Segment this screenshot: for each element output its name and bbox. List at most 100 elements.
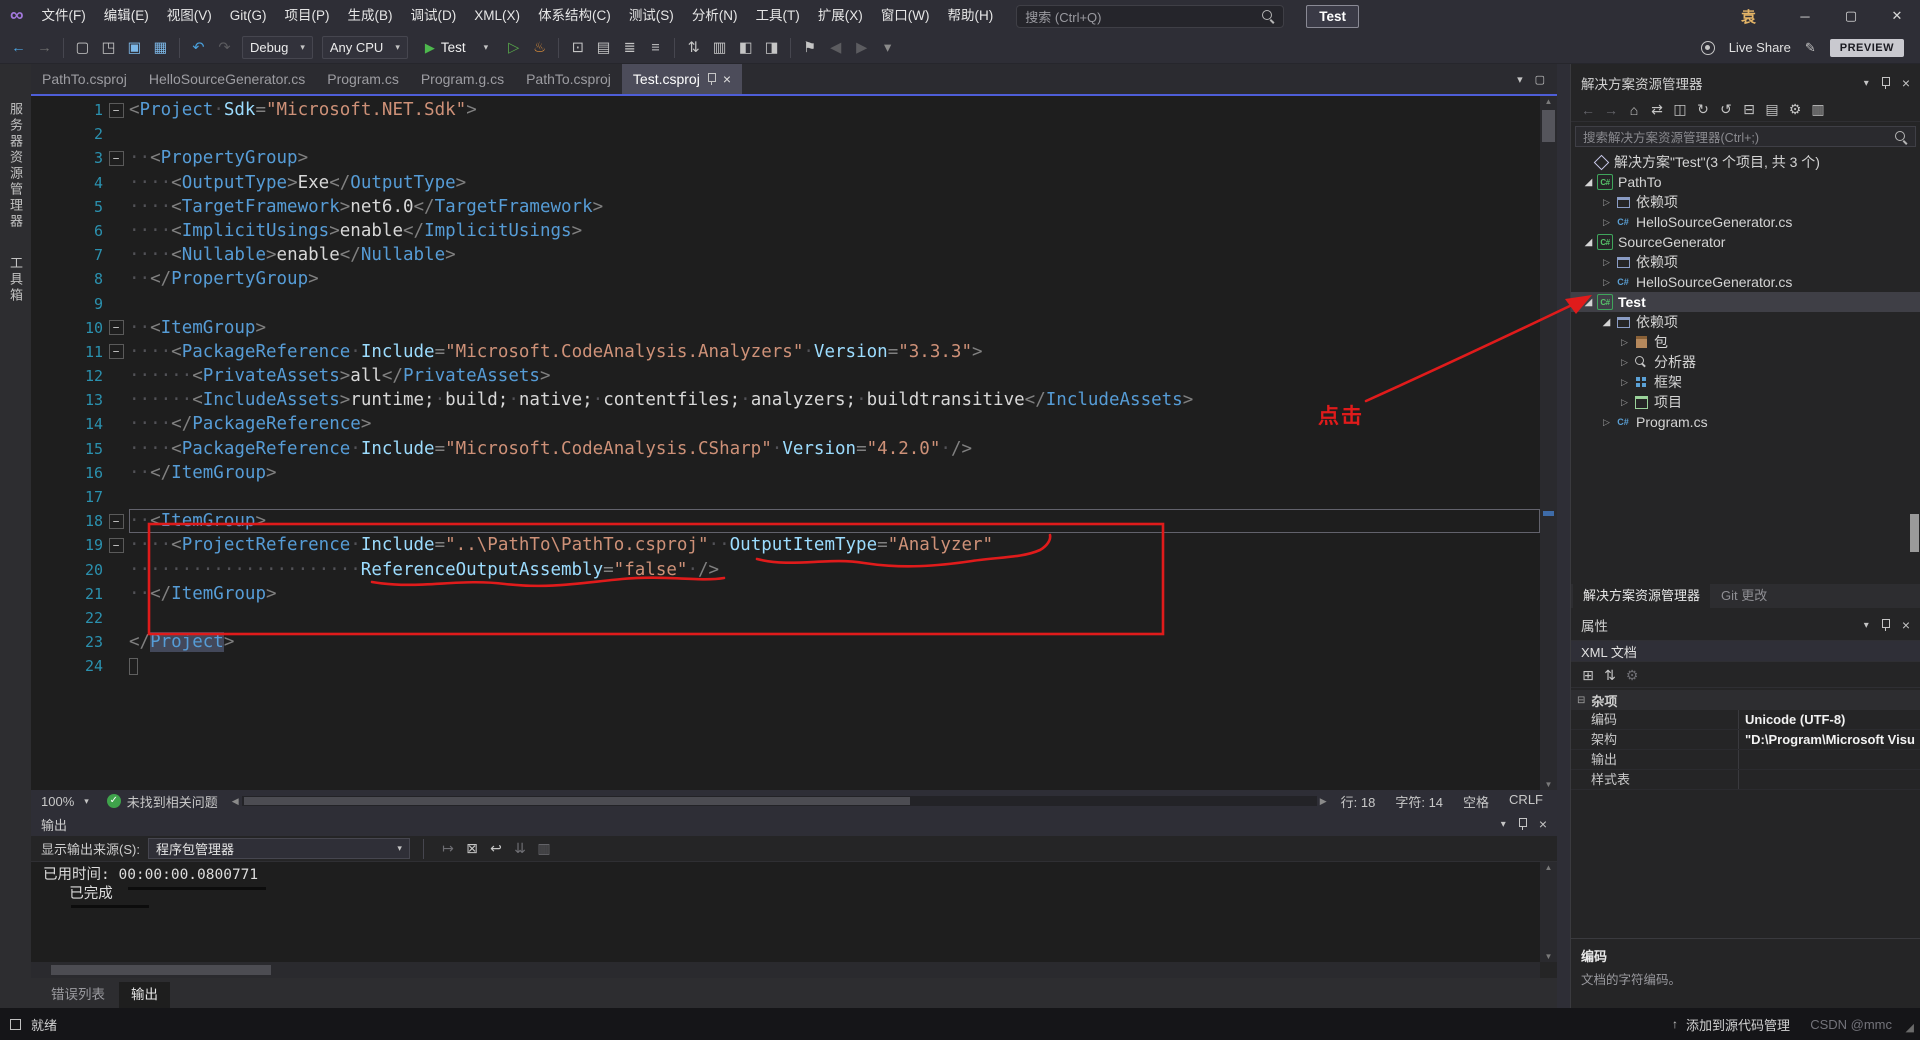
editor-horizontal-scrollbar[interactable]: ◀ ▶: [228, 790, 1331, 812]
hscroll-thumb[interactable]: [243, 797, 911, 805]
tree-item-项目[interactable]: ▷ 项目: [1571, 392, 1920, 412]
menu-item-1[interactable]: 文件(F): [33, 0, 95, 32]
menu-item-15[interactable]: 帮助(H): [939, 0, 1003, 32]
menu-item-10[interactable]: 测试(S): [620, 0, 683, 32]
tree-item-依赖项[interactable]: ▷ 依赖项: [1571, 252, 1920, 272]
next-bookmark-icon[interactable]: ▶: [849, 35, 874, 60]
menu-item-7[interactable]: 调试(D): [402, 0, 466, 32]
expander-open-icon[interactable]: ◢: [1581, 237, 1596, 248]
start-without-debugging-icon[interactable]: ▷: [501, 35, 526, 60]
out-wrap-icon[interactable]: ↩: [485, 838, 507, 860]
toolbar-overflow-icon[interactable]: ▾: [875, 35, 900, 60]
panel-tab-解决方案资源管理器[interactable]: 解决方案资源管理器: [1573, 584, 1711, 608]
output-horizontal-scrollbar[interactable]: [31, 962, 1540, 978]
tree-item-依赖项[interactable]: ▷ 依赖项: [1571, 192, 1920, 212]
close-icon[interactable]: ×: [1539, 816, 1547, 832]
props-pages-icon[interactable]: ⚙: [1621, 665, 1643, 687]
close-icon[interactable]: ×: [1902, 75, 1910, 91]
se-sync-icon[interactable]: ↻: [1692, 99, 1714, 121]
uncomment-icon[interactable]: ◨: [759, 35, 784, 60]
menu-item-4[interactable]: Git(G): [221, 0, 276, 32]
expander-closed-icon[interactable]: ▷: [1617, 337, 1632, 348]
nav-back-icon[interactable]: ←: [6, 35, 31, 60]
menu-item-3[interactable]: 视图(V): [158, 0, 221, 32]
live-share-label[interactable]: Live Share: [1729, 40, 1791, 55]
editor-tab-PathTo.csproj[interactable]: PathTo.csproj: [515, 64, 622, 94]
bookmark-icon[interactable]: ⚑: [797, 35, 822, 60]
start-debugging-button[interactable]: ▶ Test ▾: [416, 35, 497, 60]
menu-item-11[interactable]: 分析(N): [683, 0, 747, 32]
out-clear-icon[interactable]: ⊠: [461, 838, 483, 860]
panel-splitter[interactable]: [1557, 64, 1570, 1008]
se-properties-icon[interactable]: ⚙: [1784, 99, 1806, 121]
scrollbar-thumb[interactable]: [1542, 110, 1555, 142]
editor-vertical-scrollbar[interactable]: ▲ ▼: [1540, 96, 1557, 790]
expander-closed-icon[interactable]: ▷: [1599, 417, 1614, 428]
menu-item-6[interactable]: 生成(B): [339, 0, 402, 32]
property-category-row[interactable]: ⊟ 杂项: [1571, 690, 1920, 710]
bottom-tab-错误列表[interactable]: 错误列表: [39, 982, 117, 1008]
account-avatar[interactable]: 袁: [1741, 6, 1756, 27]
property-row-输出[interactable]: 输出: [1571, 750, 1920, 770]
se-show-all-files-icon[interactable]: ▤: [1761, 99, 1783, 121]
code-editor[interactable]: 1− <Project·Sdk="Microsoft.NET.Sdk"> 2 3− ··…: [31, 96, 1557, 790]
editor-tab-Program.cs[interactable]: Program.cs: [316, 64, 410, 94]
add-to-source-control-button[interactable]: 添加到源代码管理: [1686, 1015, 1790, 1034]
expander-closed-icon[interactable]: ▷: [1617, 357, 1632, 368]
menu-item-2[interactable]: 编辑(E): [95, 0, 158, 32]
document-health[interactable]: 未找到相关问题: [97, 792, 228, 811]
new-file-icon[interactable]: ▢: [70, 35, 95, 60]
preview-badge[interactable]: PREVIEW: [1829, 38, 1904, 57]
fold-marker[interactable]: −: [108, 150, 124, 166]
scroll-up-icon[interactable]: ▲: [1540, 863, 1557, 872]
collapse-icon[interactable]: ⊟: [1577, 695, 1585, 706]
props-categorized-icon[interactable]: ⊞: [1577, 665, 1599, 687]
props-alphabetical-icon[interactable]: ⇅: [1599, 665, 1621, 687]
document-outline-icon[interactable]: ≡: [643, 35, 668, 60]
solution-search-box[interactable]: 搜索解决方案资源管理器(Ctrl+;): [1575, 126, 1916, 147]
out-jump-icon[interactable]: ↦: [437, 838, 459, 860]
maximize-button[interactable]: ▢: [1828, 0, 1874, 32]
format-document-icon[interactable]: ▥: [707, 35, 732, 60]
se-switch-views-icon[interactable]: ⇄: [1646, 99, 1668, 121]
close-icon[interactable]: ×: [1902, 617, 1910, 633]
tree-item-Test[interactable]: ◢Test: [1571, 292, 1920, 312]
break-all-icon[interactable]: ⊡: [565, 35, 590, 60]
hscroll-thumb[interactable]: [51, 965, 271, 975]
se-forward-icon[interactable]: →: [1600, 99, 1622, 121]
tree-item-依赖项[interactable]: ◢ 依赖项: [1571, 312, 1920, 332]
redo-icon[interactable]: ↷: [212, 35, 237, 60]
zoom-dropdown[interactable]: 100% ▾: [31, 794, 97, 809]
tree-item-框架[interactable]: ▷ 框架: [1571, 372, 1920, 392]
tree-item-HelloSourceGenerator.cs[interactable]: ▷HelloSourceGenerator.cs: [1571, 212, 1920, 232]
panel-tab-Git 更改[interactable]: Git 更改: [1711, 584, 1777, 608]
panel-scrollbar-thumb[interactable]: [1910, 514, 1919, 552]
save-icon[interactable]: ▣: [122, 35, 147, 60]
open-file-icon[interactable]: ◳: [96, 35, 121, 60]
se-collapse-all-icon[interactable]: ⊟: [1738, 99, 1760, 121]
property-row-架构[interactable]: 架构 "D:\Program\Microsoft Visu: [1571, 730, 1920, 750]
expander-closed-icon[interactable]: ▷: [1599, 277, 1614, 288]
output-content[interactable]: 已用时间: 00:00:00.0800771 已完成: [31, 862, 1540, 962]
pin-icon[interactable]: [1881, 76, 1890, 90]
tree-item-分析器[interactable]: ▷ 分析器: [1571, 352, 1920, 372]
prev-bookmark-icon[interactable]: ◀: [823, 35, 848, 60]
window-float-icon[interactable]: ▢: [1535, 73, 1545, 86]
property-row-编码[interactable]: 编码 Unicode (UTF-8): [1571, 710, 1920, 730]
minimize-button[interactable]: ─: [1782, 0, 1828, 32]
active-files-dropdown-icon[interactable]: ▾: [1517, 73, 1523, 86]
out-autoscroll-icon[interactable]: ⇊: [509, 838, 531, 860]
expander-open-icon[interactable]: ◢: [1581, 297, 1596, 308]
tree-item-PathTo[interactable]: ◢PathTo: [1571, 172, 1920, 192]
pin-icon[interactable]: [1518, 817, 1527, 831]
out-pin-icon[interactable]: ▥: [533, 838, 555, 860]
expander-closed-icon[interactable]: ▷: [1599, 197, 1614, 208]
editor-tab-Program.g.cs[interactable]: Program.g.cs: [410, 64, 515, 94]
se-home-icon[interactable]: ⌂: [1623, 99, 1645, 121]
output-vertical-scrollbar[interactable]: ▲ ▼: [1540, 862, 1557, 962]
expander-closed-icon[interactable]: ▷: [1617, 377, 1632, 388]
se-back-icon[interactable]: ←: [1577, 99, 1599, 121]
expander-open-icon[interactable]: ◢: [1581, 177, 1596, 188]
chevron-down-icon[interactable]: ▾: [1501, 819, 1506, 830]
side-tab-服务器资源管理器[interactable]: 服务器资源管理器: [6, 102, 25, 230]
